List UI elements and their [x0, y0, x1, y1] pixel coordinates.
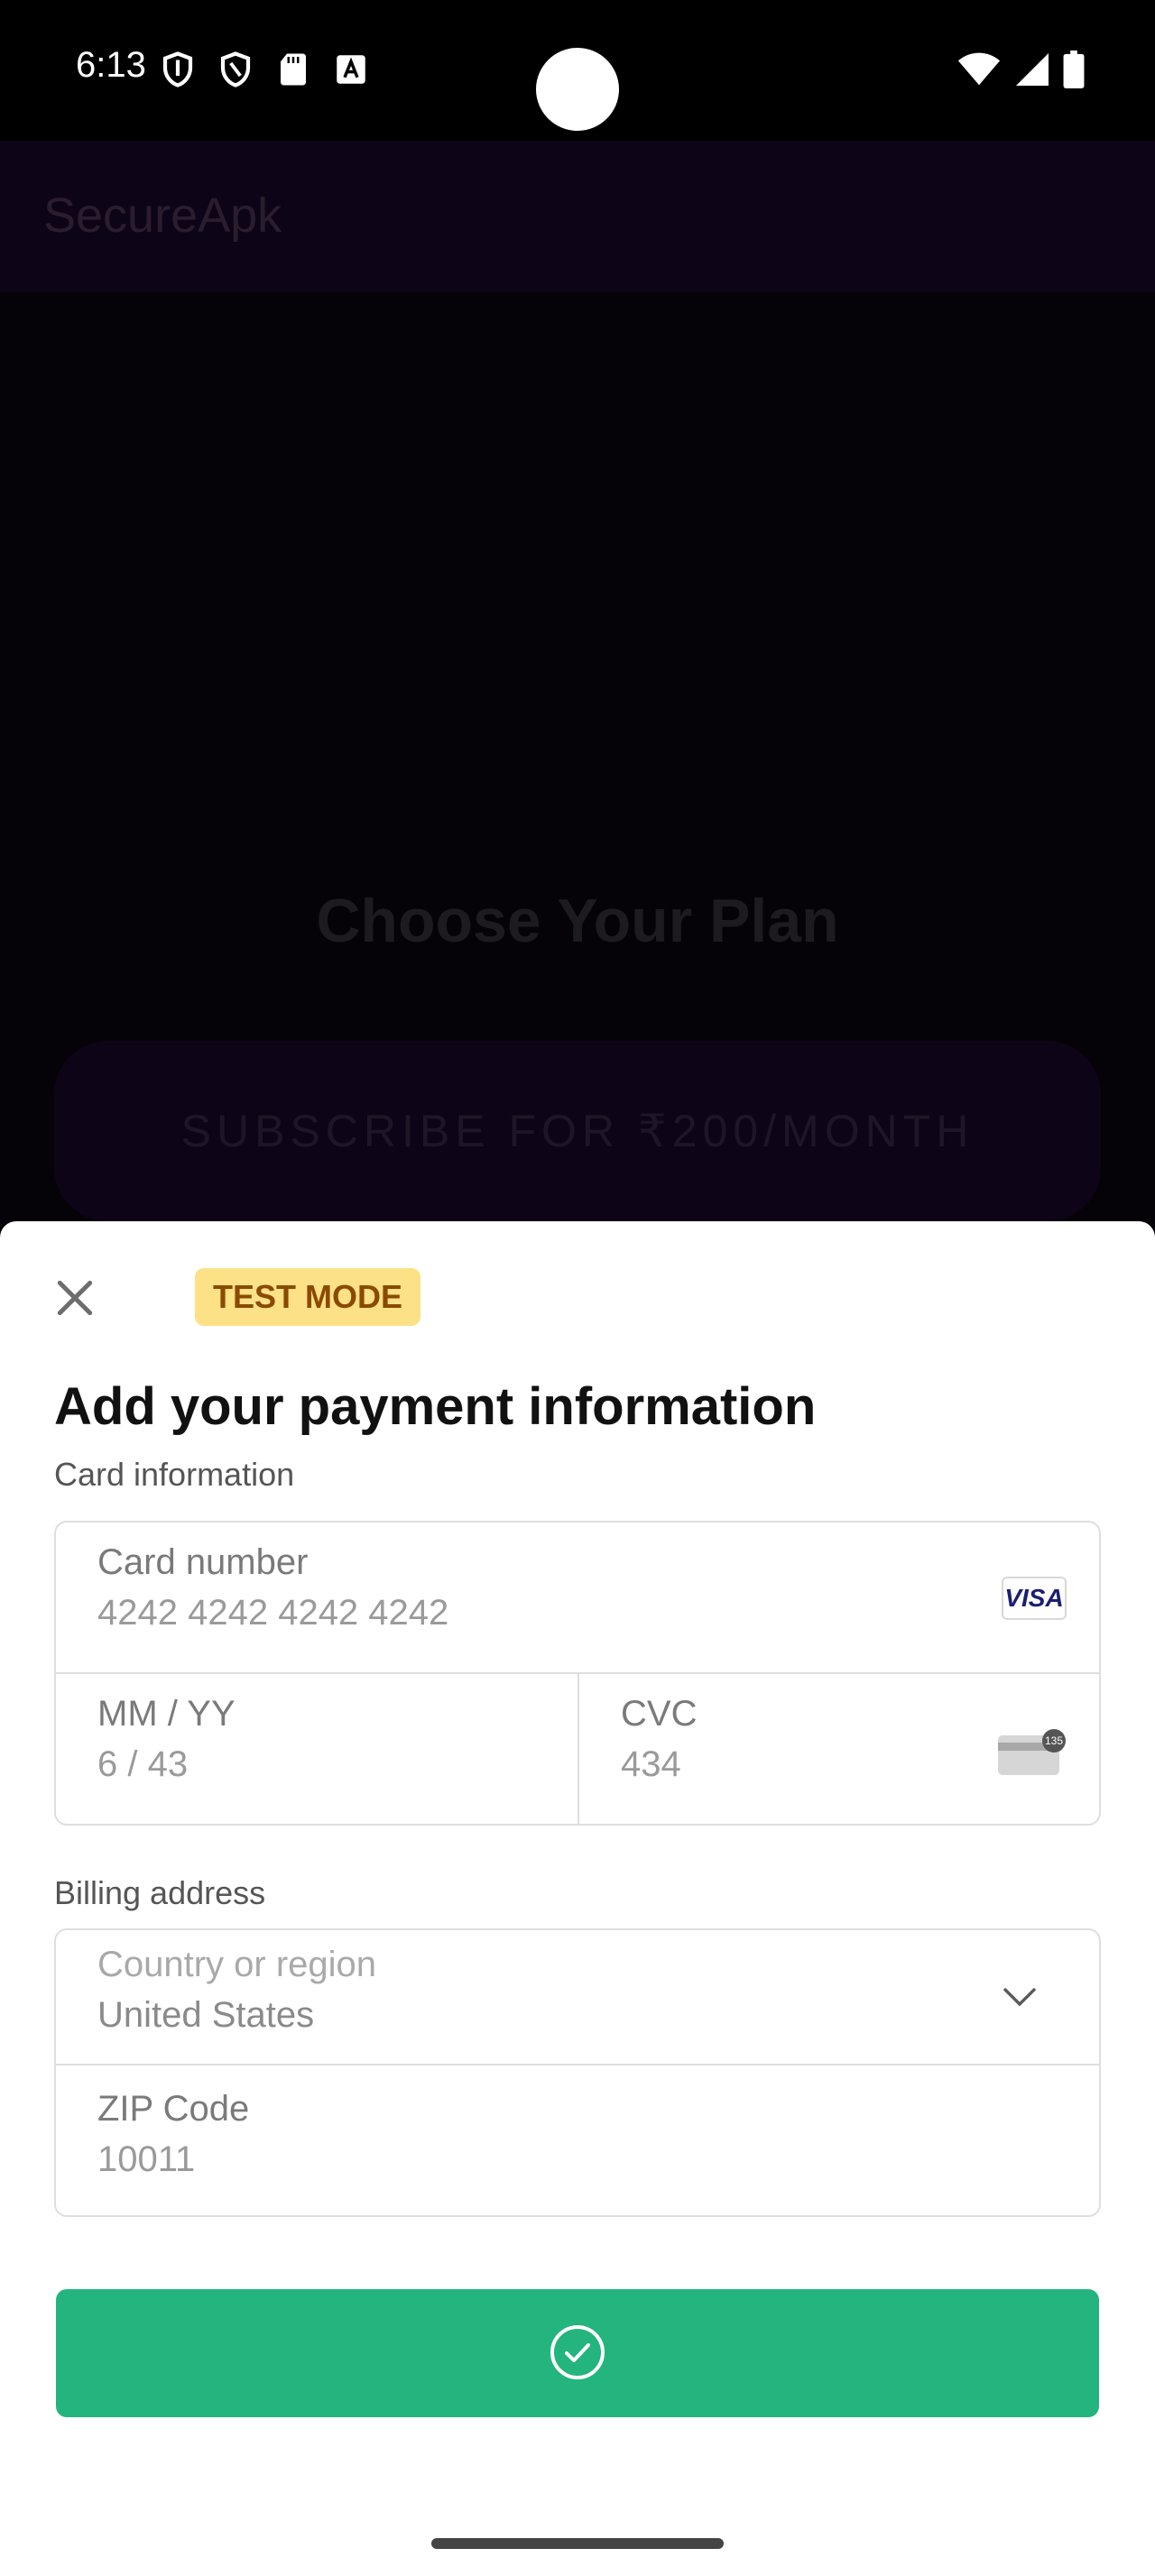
wifi-icon	[957, 52, 1001, 86]
zip-code-label: ZIP Code	[97, 2089, 250, 2129]
device-screen: 6:13 SecureApk Choose Your Plan SUBSCRIB…	[0, 0, 1155, 2576]
status-time: 6:13	[76, 45, 146, 85]
zip-code-value: 10011	[97, 2139, 196, 2179]
card-info-group: Card number 4242 4242 4242 4242 VISA MM …	[54, 1521, 1101, 1826]
visa-card-icon: VISA	[1002, 1577, 1067, 1620]
cvc-field[interactable]: CVC 434 135	[579, 1674, 1101, 1826]
home-indicator[interactable]	[431, 2538, 724, 2549]
subscribe-button: SUBSCRIBE FOR ₹200/MONTH	[54, 1041, 1101, 1221]
check-circle-icon	[550, 2325, 605, 2379]
text-a-icon	[337, 55, 365, 84]
cvc-icon-badge: 135	[1045, 1734, 1063, 1747]
billing-group: Country or region United States ZIP Code…	[54, 1928, 1101, 2217]
close-icon[interactable]	[52, 1275, 97, 1320]
camera-cutout	[536, 48, 619, 131]
country-value: United States	[97, 1995, 315, 2035]
signal-icon	[1016, 53, 1049, 86]
test-mode-badge: TEST MODE	[195, 1268, 421, 1326]
cvc-label: CVC	[621, 1694, 698, 1734]
zip-code-field[interactable]: ZIP Code 10011	[56, 2065, 1099, 2217]
shield-outline-icon	[220, 51, 251, 87]
battery-icon	[1063, 51, 1085, 88]
status-bar: 6:13	[0, 0, 1155, 141]
status-icons-left	[159, 51, 370, 88]
sd-card-icon	[281, 53, 306, 86]
card-section-label: Card information	[54, 1456, 295, 1493]
submit-payment-button[interactable]	[56, 2289, 1099, 2417]
country-select[interactable]: Country or region United States	[56, 1930, 1099, 2065]
country-label: Country or region	[97, 1945, 377, 1984]
app-title: SecureApk	[43, 189, 282, 243]
card-number-label: Card number	[97, 1542, 309, 1582]
billing-section-label: Billing address	[54, 1874, 266, 1911]
expiry-value: 6 / 43	[97, 1744, 189, 1784]
expiry-label: MM / YY	[97, 1694, 236, 1734]
status-icons-right	[956, 51, 1085, 88]
sheet-title: Add your payment information	[54, 1377, 817, 1436]
shield-icon	[162, 51, 193, 87]
card-number-field[interactable]: Card number 4242 4242 4242 4242 VISA	[56, 1523, 1099, 1674]
card-number-value: 4242 4242 4242 4242	[97, 1593, 449, 1633]
expiry-field[interactable]: MM / YY 6 / 43	[56, 1674, 579, 1826]
plan-heading: Choose Your Plan	[316, 887, 839, 955]
cvc-value: 434	[621, 1744, 681, 1784]
chevron-down-icon	[1003, 1988, 1036, 2007]
cvc-card-icon: 135	[998, 1729, 1066, 1775]
